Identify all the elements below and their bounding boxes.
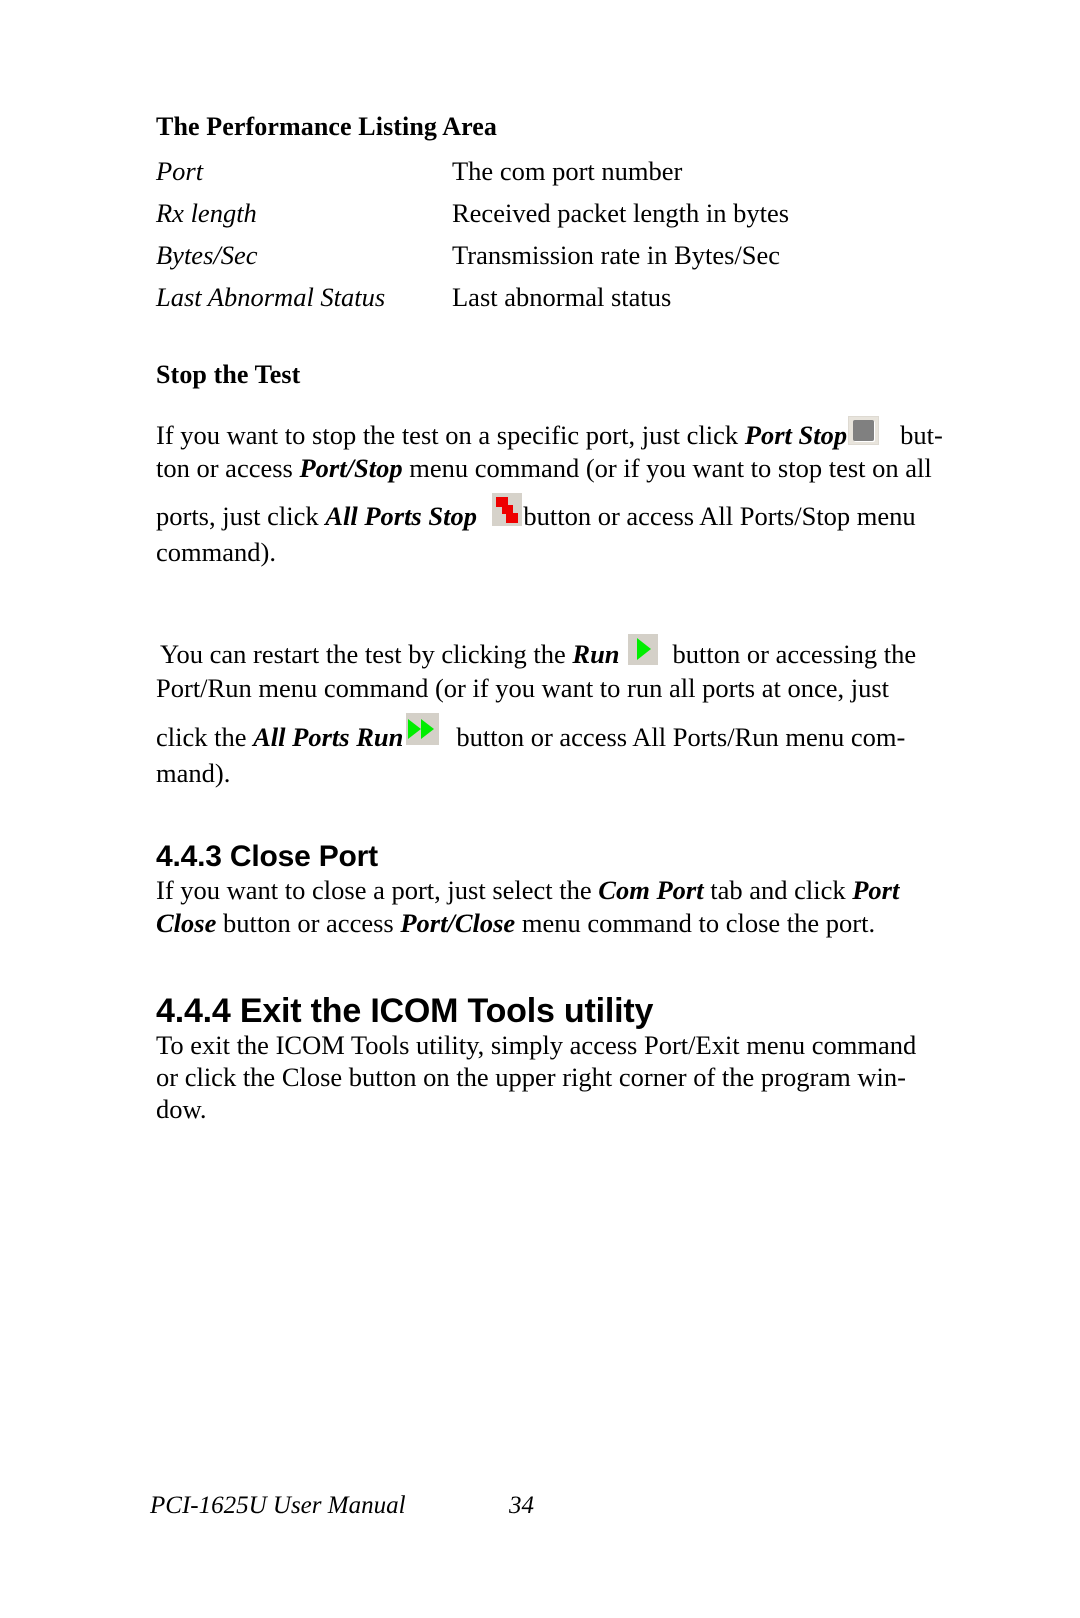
close-line1-text-a: If you want to close a port, just select… [156, 875, 599, 905]
all-ports-run-triangle-2 [421, 719, 434, 739]
com-port-term: Com Port [598, 875, 704, 905]
all-ports-stop-icon[interactable] [492, 493, 522, 526]
exit-line-2: or click the Close button on the upper r… [156, 1062, 906, 1092]
run-paragraph-line-1: You can restart the test by clicking the… [160, 641, 916, 668]
definition-term-port: Port [156, 156, 204, 186]
footer-manual-title: PCI-1625U User Manual [150, 1492, 406, 1519]
manual-page: The Performance Listing Area Port The co… [0, 0, 1080, 1618]
port-stop-icon-square [853, 420, 874, 441]
stop-line1-text-b: but- [893, 420, 943, 450]
stop-paragraph-line-2: ton or access Port/Stop menu command (or… [156, 455, 932, 482]
footer-page-number: 34 [509, 1492, 534, 1519]
stop-the-test-heading: Stop the Test [156, 360, 301, 389]
performance-listing-heading: The Performance Listing Area [156, 112, 497, 141]
port-term: Port [852, 875, 900, 905]
definition-desc-last-abnormal-status: Last abnormal status [452, 282, 672, 312]
definition-term-last-abnormal-status: Last Abnormal Status [156, 282, 386, 312]
exit-line-1: To exit the ICOM Tools utility, simply a… [156, 1030, 917, 1060]
stop-line3-text-b: button or access All Ports/Stop menu [523, 501, 916, 531]
definition-desc-port: The com port number [452, 156, 683, 186]
exit-line-3: dow. [156, 1094, 207, 1124]
port-stop-term: Port Stop [744, 420, 848, 450]
all-ports-run-icon[interactable] [406, 713, 439, 745]
close-line2-text-b: menu command to close the port. [515, 908, 876, 938]
definition-term-rx-length: Rx length [156, 198, 257, 228]
stop-paragraph-line-3: ports, just click All Ports Stop button … [156, 503, 916, 530]
port-slash-close-term: Port/Close [400, 908, 516, 938]
stop-line2-text-b: menu command (or if you want to stop tes… [402, 453, 932, 483]
run-term: Run [572, 639, 620, 669]
close-port-line-1: If you want to close a port, just select… [156, 877, 899, 904]
definition-desc-rx-length: Received packet length in bytes [452, 198, 790, 228]
close-line1-text-b: tab and click [703, 875, 853, 905]
all-ports-stop-square-3 [506, 513, 518, 523]
definition-term-bytes-sec: Bytes/Sec [156, 240, 258, 270]
run-paragraph-line-4: mand). [156, 758, 231, 788]
run-paragraph-line-2: Port/Run menu command (or if you want to… [156, 673, 890, 703]
stop-line1-text-a: If you want to stop the test on a specif… [156, 420, 745, 450]
run-line3-text-a: click the [156, 722, 254, 752]
all-ports-run-triangle-1 [408, 719, 421, 739]
stop-line2-text-a: ton or access [156, 453, 300, 483]
run-line1-text-b: button or accessing the [665, 639, 917, 669]
close-line2-text-a: button or access [216, 908, 401, 938]
run-paragraph-line-3: click the All Ports Run button or access… [156, 724, 905, 751]
run-icon-triangle [637, 638, 651, 660]
definition-desc-bytes-sec: Transmission rate in Bytes/Sec [452, 240, 781, 270]
run-line1-text-a: You can restart the test by clicking the [160, 639, 573, 669]
port-slash-stop-term: Port/Stop [299, 453, 403, 483]
stop-line3-text-a: ports, just click [156, 501, 326, 531]
all-ports-stop-term: All Ports Stop [325, 501, 477, 531]
section-heading-4-4-4: 4.4.4 Exit the ICOM Tools utility [156, 992, 654, 1030]
all-ports-run-term: All Ports Run [253, 722, 404, 752]
run-line3-text-b: button or access All Ports/Run menu com- [449, 722, 906, 752]
run-icon[interactable] [628, 634, 658, 665]
stop-paragraph-line-1: If you want to stop the test on a specif… [156, 422, 943, 449]
port-stop-icon[interactable] [848, 416, 879, 445]
stop-paragraph-line-4: command). [156, 537, 276, 567]
close-port-line-2: Close button or access Port/Close menu c… [156, 910, 875, 937]
section-heading-4-4-3: 4.4.3 Close Port [156, 840, 378, 873]
close-term: Close [156, 908, 217, 938]
